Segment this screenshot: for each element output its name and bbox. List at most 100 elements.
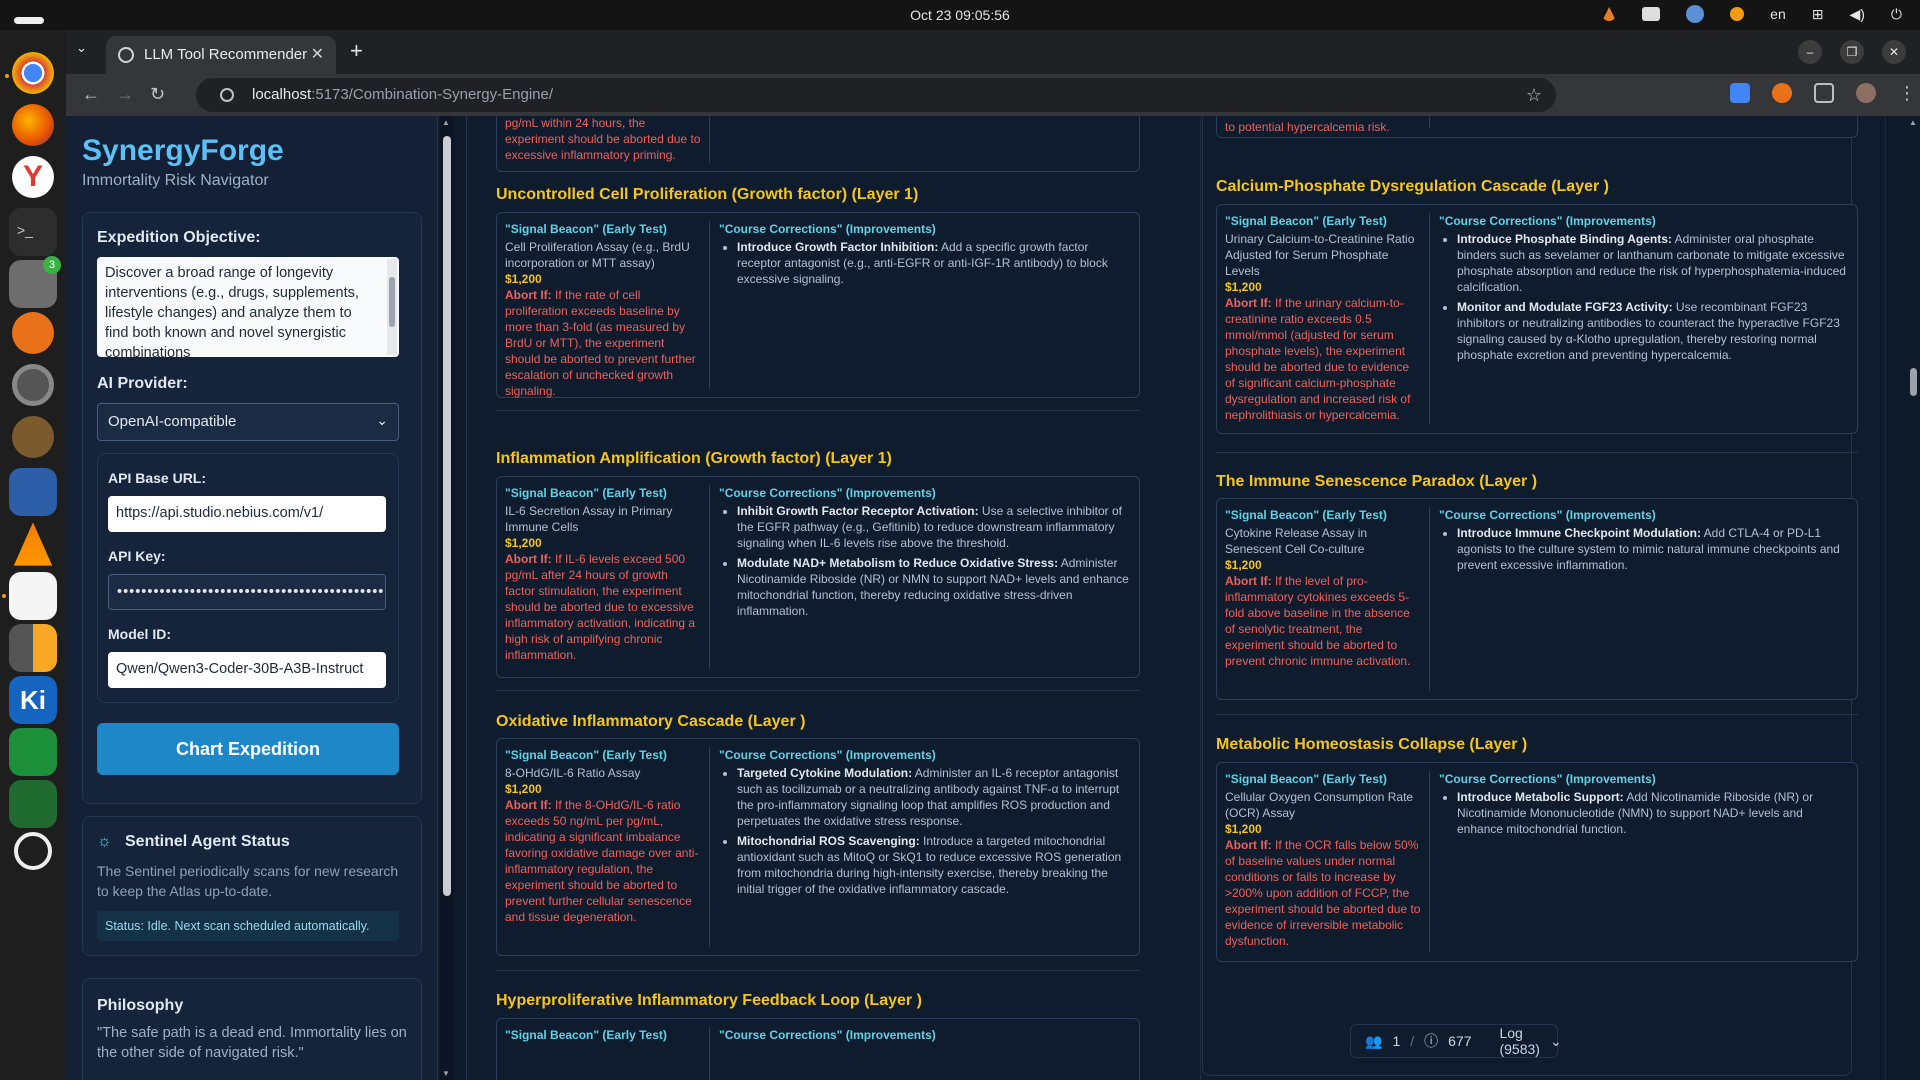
signal-beacon-label: "Signal Beacon" (Early Test) — [505, 748, 667, 762]
volume-icon[interactable]: ◀) — [1849, 6, 1864, 23]
discord-tray-icon[interactable] — [1642, 7, 1661, 21]
extensions-puzzle-icon[interactable] — [1814, 83, 1834, 103]
chevron-down-icon: ⌄ — [376, 412, 388, 428]
spreadsheet-app-icon[interactable] — [9, 728, 57, 776]
ubuntu-app-icon[interactable] — [14, 832, 52, 870]
new-tab-button[interactable]: + — [350, 38, 363, 64]
log-toggle[interactable]: Log (9583) — [1499, 1025, 1539, 1057]
browser-tab[interactable]: LLM Tool Recommender ✕ — [106, 36, 336, 74]
profile-avatar[interactable] — [1856, 83, 1876, 103]
settings-app-icon[interactable] — [12, 364, 54, 406]
brand-subtitle: Immortality Risk Navigator — [82, 172, 269, 189]
sidebar: SynergyForge Immortality Risk Navigator … — [66, 116, 438, 1080]
users-count: 1 — [1392, 1033, 1401, 1049]
model-id-input[interactable]: Qwen/Qwen3-Coder-30B-A3B-Instruct — [108, 652, 386, 688]
signal-beacon-label: "Signal Beacon" (Early Test) — [1225, 772, 1387, 786]
forward-button[interactable]: → — [116, 84, 134, 105]
language-indicator[interactable]: en — [1770, 6, 1786, 22]
translate-extension-icon[interactable] — [1730, 83, 1750, 103]
signal-beacon-label: "Signal Beacon" (Early Test) — [1225, 214, 1387, 228]
sentinel-panel: ☼ Sentinel Agent Status The Sentinel per… — [82, 816, 422, 956]
risk-card: "Signal Beacon" (Early Test) "Course Cor… — [496, 1018, 1140, 1080]
tab-title: LLM Tool Recommender — [144, 46, 308, 63]
course-corrections-label: "Course Corrections" (Improvements) — [1439, 214, 1656, 228]
network-icon[interactable]: ⊞ — [1812, 6, 1824, 23]
base-url-input[interactable]: https://api.studio.nebius.com/v1/ — [108, 496, 386, 532]
monkey-app-icon[interactable] — [12, 416, 54, 458]
risk-card: "Signal Beacon" (Early Test) IL-6 Secreti… — [496, 476, 1140, 678]
divider — [496, 970, 1140, 971]
issues-count: 677 — [1448, 1033, 1472, 1049]
risk-title: Oxidative Inflammatory Cascade (Layer ) — [496, 713, 806, 730]
address-bar[interactable]: localhost:5173/Combination-Synergy-Engin… — [196, 78, 1556, 112]
text-editor-app-icon[interactable] — [2, 572, 57, 620]
terminal-app-icon[interactable]: >_ — [9, 208, 57, 256]
chevron-down-icon[interactable]: ⌄ — [1550, 1033, 1562, 1050]
minimize-button[interactable]: – — [1798, 40, 1822, 64]
firefox-app-icon[interactable] — [12, 104, 54, 146]
provider-select[interactable]: OpenAI-compatible ⌄ — [97, 403, 399, 441]
textarea-scrollbar[interactable] — [387, 259, 397, 355]
test-price: $1,200 — [1225, 822, 1262, 836]
app-dock: Y >_ 3 Ki — [0, 30, 66, 1080]
kimageeditor-app-icon[interactable]: Ki — [9, 676, 57, 724]
correction-item: Mitochondrial ROS Scavenging: Introduce … — [737, 833, 1131, 897]
course-corrections-label: "Course Corrections" (Improvements) — [1439, 772, 1656, 786]
circuit-app-icon[interactable] — [9, 780, 57, 828]
calculator-app-icon[interactable] — [9, 624, 57, 672]
bookmark-star-icon[interactable]: ☆ — [1526, 78, 1542, 112]
risk-title: Inflammation Amplification (Growth facto… — [496, 450, 892, 467]
back-button[interactable]: ← — [82, 84, 100, 105]
abort-condition: If IL-6 levels exceed 500 pg/mL after 24… — [505, 552, 696, 662]
test-price: $1,200 — [505, 536, 542, 550]
sidebar-scrollbar[interactable]: ▲ ▼ — [440, 116, 454, 1080]
abort-condition: If the rate of cell proliferation exceed… — [505, 288, 696, 398]
browser-toolbar: ← → ↻ localhost:5173/Combination-Synergy… — [66, 74, 1920, 116]
tab-search-icon[interactable]: ⌄ — [76, 40, 87, 56]
remote-desktop-app-icon[interactable] — [9, 468, 57, 516]
reload-button[interactable]: ↻ — [150, 84, 165, 105]
model-id-label: Model ID: — [108, 626, 171, 642]
close-window-button[interactable]: ✕ — [1882, 40, 1906, 64]
correction-item: Monitor and Modulate FGF23 Activity: Use… — [1457, 299, 1849, 363]
yandex-app-icon[interactable]: Y — [12, 156, 54, 198]
os-top-bar: Oct 23 09:05:56 en ⊞ ◀) ⏻ — [0, 0, 1920, 30]
globe-tray-icon[interactable] — [1686, 5, 1705, 23]
early-test: Urinary Calcium-to-Creatinine Ratio Adju… — [1225, 232, 1415, 278]
vlc-app-icon[interactable] — [13, 522, 53, 566]
kebab-menu-icon[interactable]: ⋮ — [1898, 83, 1916, 103]
close-tab-icon[interactable]: ✕ — [311, 44, 324, 64]
risk-card: "Signal Beacon" (Early Test) Urinary Calc… — [1216, 204, 1858, 434]
abort-label: Abort If: — [1225, 574, 1272, 588]
fox-extension-icon[interactable] — [1772, 83, 1792, 103]
web-page: SynergyForge Immortality Risk Navigator … — [66, 116, 1920, 1080]
site-info-icon[interactable] — [220, 88, 234, 102]
provider-label: AI Provider: — [97, 375, 188, 392]
divider — [1216, 714, 1858, 715]
maximize-button[interactable]: ❐ — [1840, 40, 1864, 64]
power-icon[interactable]: ⏻ — [1891, 6, 1902, 23]
objective-textarea[interactable]: Discover a broad range of longevity inte… — [97, 257, 399, 357]
risk-title: Uncontrolled Cell Proliferation (Growth … — [496, 186, 919, 203]
url-host: localhost — [252, 86, 312, 103]
users-icon: 👥 — [1365, 1032, 1383, 1049]
correction-item: Introduce Growth Factor Inhibition: Add … — [737, 239, 1131, 287]
window-controls: – ❐ ✕ — [1798, 40, 1906, 64]
chart-expedition-button[interactable]: Chart Expedition — [97, 723, 399, 775]
early-test: Cytokine Release Assay in Senescent Cell… — [1225, 526, 1368, 556]
system-tray: en ⊞ ◀) ⏻ — [1602, 5, 1902, 23]
abort-label: Abort If: — [1225, 838, 1272, 852]
abort-label: Abort If: — [1225, 296, 1272, 310]
early-test: Cellular Oxygen Consumption Rate (OCR) A… — [1225, 790, 1414, 820]
early-test: Cell Proliferation Assay (e.g., BrdU inc… — [505, 240, 690, 270]
api-key-input[interactable]: ••••••••••••••••••••••••••••••••••••••••… — [108, 574, 386, 610]
postman-app-icon[interactable] — [12, 312, 54, 354]
vlc-tray-icon[interactable] — [1602, 7, 1617, 21]
update-tray-icon[interactable] — [1730, 7, 1745, 21]
philosophy-panel: Philosophy "The safe path is a dead end.… — [82, 978, 422, 1080]
chrome-app-icon[interactable] — [5, 52, 54, 94]
abort-fragment: pg/mL within 24 hours, the experiment sh… — [505, 116, 701, 162]
page-scrollbar[interactable]: ▲ — [1906, 116, 1920, 1080]
lightbulb-icon: ☼ — [97, 833, 112, 850]
files-app-icon[interactable]: 3 — [9, 256, 61, 308]
